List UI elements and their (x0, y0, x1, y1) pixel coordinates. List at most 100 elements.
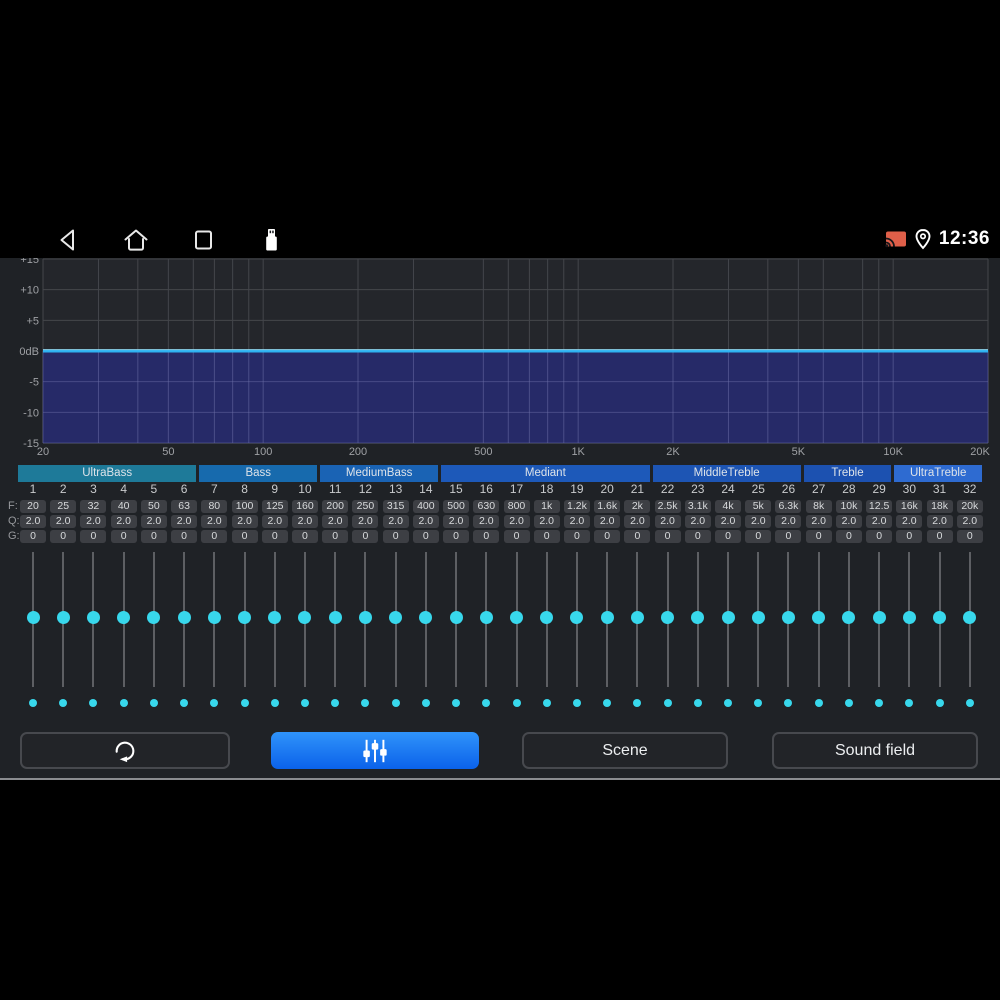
q-value[interactable]: 2.0 (503, 515, 530, 528)
slider-knob[interactable] (268, 610, 282, 624)
q-value[interactable]: 2.0 (835, 515, 862, 528)
freq-value[interactable]: 5k (745, 500, 772, 513)
gain-value[interactable]: 0 (110, 530, 137, 543)
q-value[interactable]: 2.0 (563, 515, 590, 528)
gain-value[interactable]: 0 (322, 530, 349, 543)
freq-value[interactable]: 2.5k (654, 500, 681, 513)
freq-value[interactable]: 8k (805, 500, 832, 513)
slider-knob[interactable] (842, 610, 856, 624)
freq-value[interactable]: 125 (261, 500, 288, 513)
channel-dot[interactable] (663, 699, 672, 707)
slider-knob[interactable] (449, 610, 463, 624)
channel-dot[interactable] (542, 699, 551, 707)
q-value[interactable]: 2.0 (745, 515, 772, 528)
gain-value[interactable]: 0 (624, 530, 651, 543)
freq-value[interactable]: 160 (291, 500, 318, 513)
sound-field-button[interactable]: Sound field (772, 732, 978, 769)
channel-dot[interactable] (875, 699, 884, 707)
channel-dot[interactable] (331, 699, 340, 707)
freq-value[interactable]: 25 (50, 500, 77, 513)
channel-dot[interactable] (512, 699, 521, 707)
gain-value[interactable]: 0 (866, 530, 893, 543)
channel-dot[interactable] (784, 699, 793, 707)
slider-knob[interactable] (207, 610, 221, 624)
freq-value[interactable]: 1k (533, 500, 560, 513)
q-value[interactable]: 2.0 (261, 515, 288, 528)
freq-value[interactable]: 4k (715, 500, 742, 513)
freq-value[interactable]: 400 (412, 500, 439, 513)
gain-value[interactable]: 0 (563, 530, 590, 543)
gain-value[interactable]: 0 (20, 530, 46, 543)
gain-value[interactable]: 0 (745, 530, 772, 543)
freq-value[interactable]: 40 (110, 500, 137, 513)
channel-dot[interactable] (119, 699, 128, 707)
channel-dot[interactable] (361, 699, 370, 707)
gain-value[interactable]: 0 (412, 530, 439, 543)
q-value[interactable]: 2.0 (140, 515, 167, 528)
freq-value[interactable]: 3.1k (684, 500, 711, 513)
q-value[interactable]: 2.0 (866, 515, 893, 528)
gain-value[interactable]: 0 (140, 530, 167, 543)
gain-value[interactable]: 0 (171, 530, 198, 543)
slider-knob[interactable] (177, 610, 191, 624)
q-value[interactable]: 2.0 (775, 515, 802, 528)
slider-knob[interactable] (661, 610, 675, 624)
slider-knob[interactable] (117, 610, 131, 624)
q-value[interactable]: 2.0 (926, 515, 953, 528)
freq-value[interactable]: 1.6k (594, 500, 621, 513)
gain-value[interactable]: 0 (715, 530, 742, 543)
channel-dot[interactable] (391, 699, 400, 707)
q-value[interactable]: 2.0 (231, 515, 258, 528)
slider-knob[interactable] (570, 610, 584, 624)
q-value[interactable]: 2.0 (201, 515, 228, 528)
channel-dot[interactable] (724, 699, 733, 707)
gain-value[interactable]: 0 (835, 530, 862, 543)
slider-knob[interactable] (781, 610, 795, 624)
q-value[interactable]: 2.0 (412, 515, 439, 528)
gain-value[interactable]: 0 (503, 530, 530, 543)
freq-value[interactable]: 630 (473, 500, 500, 513)
q-value[interactable]: 2.0 (594, 515, 621, 528)
slider-knob[interactable] (26, 610, 40, 624)
gain-value[interactable]: 0 (654, 530, 681, 543)
channel-dot[interactable] (421, 699, 430, 707)
gain-value[interactable]: 0 (533, 530, 560, 543)
slider-knob[interactable] (721, 610, 735, 624)
q-value[interactable]: 2.0 (80, 515, 107, 528)
slider-knob[interactable] (298, 610, 312, 624)
q-value[interactable]: 2.0 (291, 515, 318, 528)
q-value[interactable]: 2.0 (110, 515, 137, 528)
slider-knob[interactable] (86, 610, 100, 624)
slider-knob[interactable] (812, 610, 826, 624)
slider-knob[interactable] (147, 610, 161, 624)
q-value[interactable]: 2.0 (322, 515, 349, 528)
gain-value[interactable]: 0 (684, 530, 711, 543)
gain-value[interactable]: 0 (50, 530, 77, 543)
freq-value[interactable]: 1.2k (563, 500, 590, 513)
channel-dot[interactable] (844, 699, 853, 707)
channel-dot[interactable] (572, 699, 581, 707)
freq-value[interactable]: 315 (382, 500, 409, 513)
freq-value[interactable]: 500 (443, 500, 470, 513)
gain-value[interactable]: 0 (201, 530, 228, 543)
q-value[interactable]: 2.0 (684, 515, 711, 528)
gain-value[interactable]: 0 (80, 530, 107, 543)
slider-knob[interactable] (933, 610, 947, 624)
q-value[interactable]: 2.0 (896, 515, 923, 528)
freq-value[interactable]: 12.5 (866, 500, 893, 513)
gain-value[interactable]: 0 (805, 530, 832, 543)
equalizer-button[interactable] (271, 732, 479, 769)
home-icon[interactable] (121, 227, 151, 253)
channel-dot[interactable] (814, 699, 823, 707)
freq-value[interactable]: 50 (140, 500, 167, 513)
freq-value[interactable]: 80 (201, 500, 228, 513)
q-value[interactable]: 2.0 (50, 515, 77, 528)
slider-knob[interactable] (630, 610, 644, 624)
freq-value[interactable]: 20 (20, 500, 46, 513)
slider-knob[interactable] (691, 610, 705, 624)
q-value[interactable]: 2.0 (473, 515, 500, 528)
channel-dot[interactable] (905, 699, 914, 707)
freq-value[interactable]: 100 (231, 500, 258, 513)
slider-knob[interactable] (479, 610, 493, 624)
channel-dot[interactable] (693, 699, 702, 707)
